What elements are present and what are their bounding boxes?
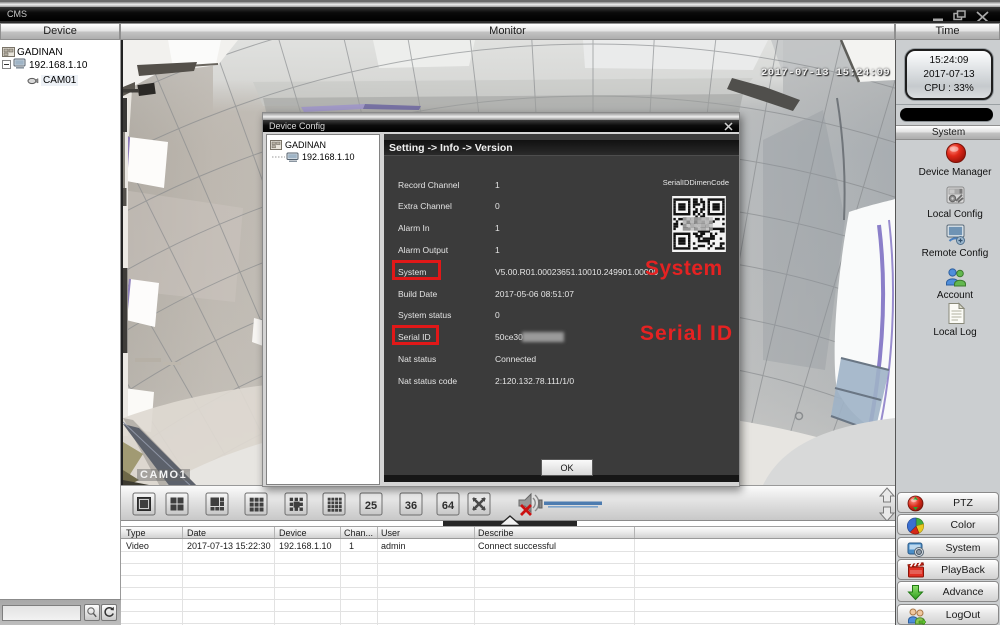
svg-text:Device: Device <box>279 528 307 538</box>
svg-text:64: 64 <box>442 500 455 512</box>
svg-text:admin: admin <box>381 541 406 551</box>
svg-text:2017-07-13 15:22:30: 2017-07-13 15:22:30 <box>187 541 271 551</box>
svg-text:36: 36 <box>405 500 417 512</box>
svg-text:25: 25 <box>365 500 377 512</box>
svg-text:Date: Date <box>187 528 206 538</box>
svg-text:1: 1 <box>349 541 354 551</box>
svg-text:Chan...: Chan... <box>344 528 373 538</box>
svg-text:Describe: Describe <box>478 528 514 538</box>
svg-text:User: User <box>381 528 400 538</box>
svg-text:Connect successful: Connect successful <box>478 541 556 551</box>
svg-text:192.168.1.10: 192.168.1.10 <box>279 541 332 551</box>
svg-text:Type: Type <box>126 528 146 538</box>
svg-text:Video: Video <box>126 541 149 551</box>
